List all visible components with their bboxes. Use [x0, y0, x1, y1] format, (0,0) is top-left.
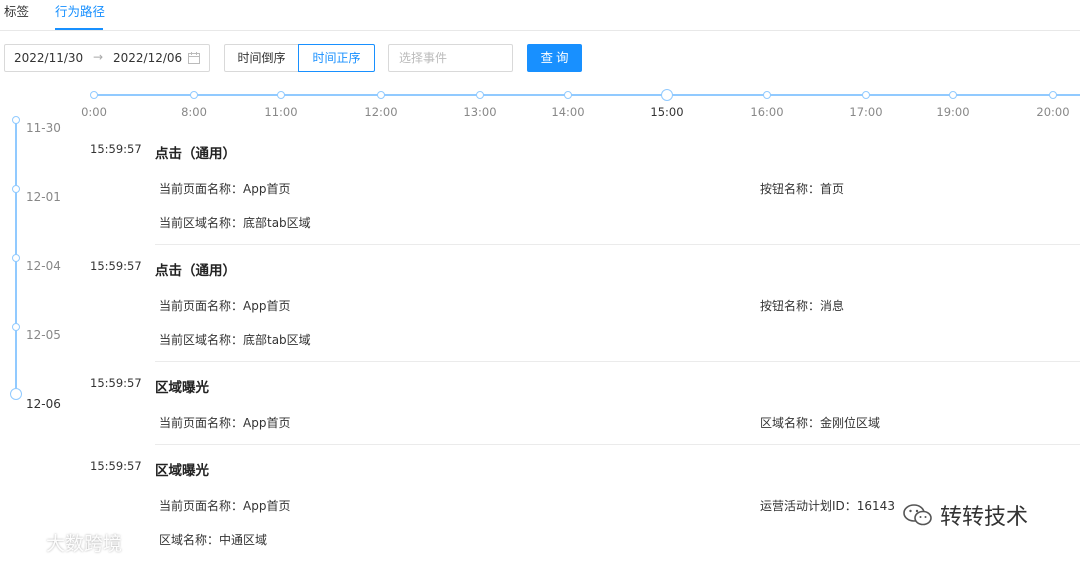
time-axis-label: 20:00 — [1036, 105, 1070, 119]
time-axis-label: 13:00 — [463, 105, 497, 119]
date-node[interactable] — [10, 388, 22, 400]
event-field: 当前页面名称：App首页 — [159, 299, 291, 313]
time-axis-label: 8:00 — [181, 105, 207, 119]
query-button[interactable]: 查询 — [527, 44, 582, 72]
tab-behavior-path[interactable]: 行为路径 — [55, 4, 105, 20]
time-axis-node[interactable] — [949, 91, 957, 99]
watermark-logo-icon — [6, 533, 41, 550]
date-node[interactable] — [12, 116, 20, 124]
event-field: 当前页面名称：App首页 — [159, 416, 291, 430]
date-label[interactable]: 12-01 — [26, 190, 61, 204]
event-field: 区域名称：金刚位区域 — [760, 416, 881, 430]
time-axis-node[interactable] — [90, 91, 98, 99]
time-axis-line — [94, 94, 1080, 96]
date-label[interactable]: 12-04 — [26, 259, 61, 273]
event-title: 点击（通用） — [155, 146, 236, 162]
time-axis-label: 16:00 — [750, 105, 784, 119]
sort-asc-button[interactable]: 时间正序 — [298, 44, 375, 72]
wechat-icon — [903, 504, 932, 526]
time-axis-label: 15:00 — [650, 105, 684, 119]
date-label[interactable]: 12-05 — [26, 328, 61, 342]
active-tab-indicator — [55, 28, 103, 30]
watermark-right-text: 转转技术 — [940, 505, 1029, 530]
time-axis-node[interactable] — [564, 91, 572, 99]
time-axis-label: 17:00 — [849, 105, 883, 119]
arrow-right-icon: → — [93, 50, 104, 64]
event-divider — [155, 444, 1080, 445]
event-divider — [155, 244, 1080, 245]
time-axis-node[interactable] — [377, 91, 385, 99]
event-select[interactable]: 选择事件 — [388, 44, 513, 72]
calendar-icon[interactable] — [188, 52, 200, 64]
event-field: 运营活动计划ID：16143 — [760, 499, 895, 513]
time-axis-node[interactable] — [190, 91, 198, 99]
time-axis-label: 19:00 — [936, 105, 970, 119]
time-axis: 0:00 8:00 11:00 12:00 13:00 14:00 15:00 16:00 17… — [0, 85, 1080, 125]
time-axis-node[interactable] — [1049, 91, 1057, 99]
event-title: 区域曝光 — [155, 463, 209, 479]
date-node[interactable] — [12, 254, 20, 262]
time-axis-node[interactable] — [277, 91, 285, 99]
watermark-right: 转转技术 — [902, 497, 1028, 533]
event-time: 15:59:57 — [90, 459, 142, 473]
time-axis-node[interactable] — [763, 91, 771, 99]
time-axis-node[interactable] — [661, 89, 673, 101]
date-label[interactable]: 12-06 — [26, 397, 61, 411]
event-field: 区域名称：中通区域 — [159, 533, 268, 547]
date-node[interactable] — [12, 185, 20, 193]
time-axis-label: 11:00 — [264, 105, 298, 119]
event-title: 点击（通用） — [155, 263, 236, 279]
date-start-value[interactable]: 2022/11/30 — [14, 51, 83, 65]
time-axis-node[interactable] — [476, 91, 484, 99]
time-axis-label: 0:00 — [81, 105, 107, 119]
sort-desc-button[interactable]: 时间倒序 — [224, 44, 299, 72]
event-field: 当前区域名称：底部tab区域 — [159, 216, 311, 230]
watermark-left: 大数跨境 — [6, 527, 122, 557]
watermark-left-text: 大数跨境 — [46, 532, 123, 555]
event-time: 15:59:57 — [90, 142, 142, 156]
event-field: 按钮名称：消息 — [760, 299, 845, 313]
event-field: 当前页面名称：App首页 — [159, 499, 291, 513]
date-label[interactable]: 11-30 — [26, 121, 61, 135]
time-axis-label: 14:00 — [551, 105, 585, 119]
time-axis-label: 12:00 — [364, 105, 398, 119]
time-axis-node[interactable] — [862, 91, 870, 99]
event-time: 15:59:57 — [90, 376, 142, 390]
event-field: 按钮名称：首页 — [760, 182, 845, 196]
tab-tags[interactable]: 标签 — [4, 4, 29, 20]
event-field: 当前页面名称：App首页 — [159, 182, 291, 196]
date-node[interactable] — [12, 323, 20, 331]
event-time: 15:59:57 — [90, 259, 142, 273]
event-divider — [155, 361, 1080, 362]
date-range-picker[interactable]: 2022/11/30 → 2022/12/06 — [4, 44, 210, 72]
date-end-value[interactable]: 2022/12/06 — [113, 51, 182, 65]
event-field: 当前区域名称：底部tab区域 — [159, 333, 311, 347]
tab-bar: 标签 行为路径 — [0, 0, 1080, 31]
event-title: 区域曝光 — [155, 380, 209, 396]
